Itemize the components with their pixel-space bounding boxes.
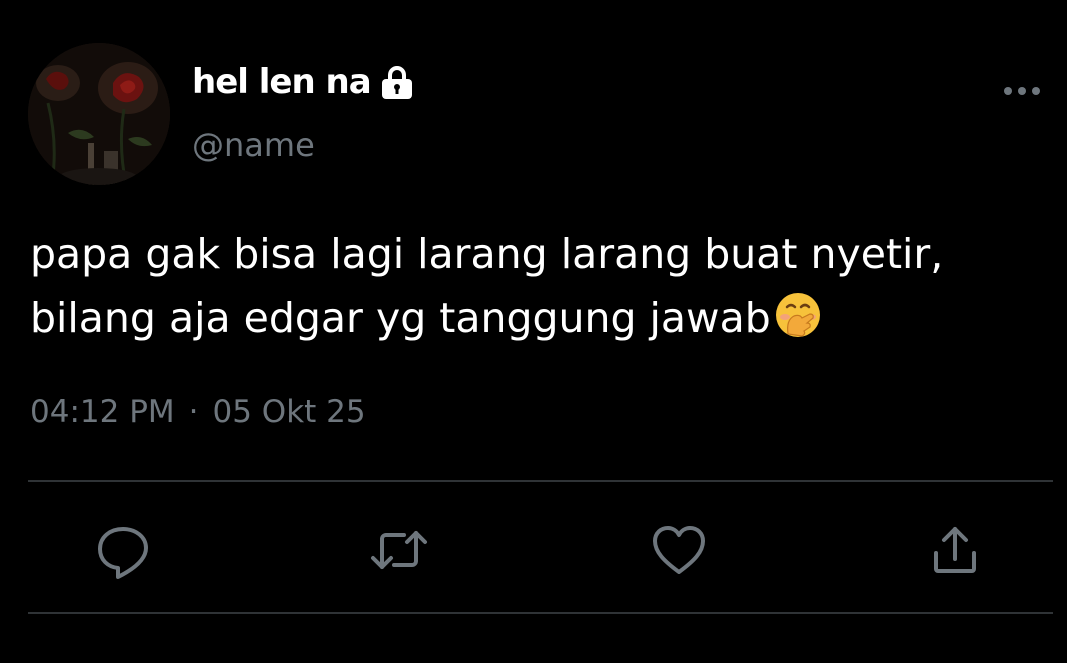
display-name[interactable]: hel len na [192,62,372,102]
reply-icon [98,527,148,579]
tweet-time: 04:12 PM [30,394,175,430]
author-name-row: hel len na [192,60,415,104]
tweet-text-line-1: papa gak bisa lagi larang larang buat ny… [30,230,944,278]
avatar[interactable] [28,43,170,185]
tweet-timestamp[interactable]: 04:12 PM · 05 Okt 25 [30,394,366,430]
retweet-button[interactable] [370,521,428,579]
heart-icon [653,526,705,574]
share-icon [934,527,976,573]
divider-top [28,480,1053,482]
tweet-date: 05 Okt 25 [212,394,366,430]
tweet-detail: hel len na @name papa gak bisa lagi lara… [0,0,1067,663]
more-horizontal-icon [1004,87,1040,95]
lock-icon [379,63,415,101]
retweet-icon [371,531,427,569]
hand-over-mouth-emoji-icon [773,290,823,340]
tweet-text: papa gak bisa lagi larang larang buat ny… [30,222,1030,350]
more-options-button[interactable] [1000,78,1044,104]
divider-bottom [28,612,1053,614]
author-handle[interactable]: @name [192,126,315,164]
tweet-text-line-2-text: bilang aja edgar yg tanggung jawab [30,294,771,342]
like-button[interactable] [650,521,708,579]
share-button[interactable] [926,521,984,579]
meta-separator: · [188,394,199,430]
avatar-roses-image [28,43,170,185]
reply-button[interactable] [94,521,152,579]
tweet-text-line-2: bilang aja edgar yg tanggung jawab [30,286,1030,350]
